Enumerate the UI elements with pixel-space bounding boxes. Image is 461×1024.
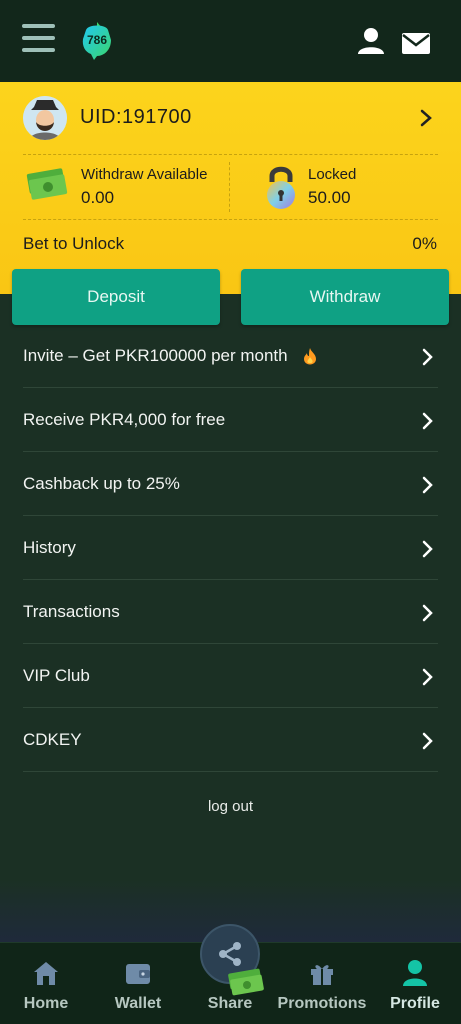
gift-icon <box>311 965 333 985</box>
locked-value: 50.00 <box>308 188 351 207</box>
avatar[interactable] <box>23 96 67 140</box>
mail-icon[interactable] <box>402 33 430 54</box>
user-id: UID:191700 <box>80 106 192 128</box>
hamburger-menu-icon[interactable] <box>22 24 55 54</box>
withdraw-button[interactable]: Withdraw <box>241 269 449 325</box>
menu-item-label: VIP Club <box>23 665 90 685</box>
locked-label: Locked <box>308 166 357 183</box>
divider <box>23 154 438 155</box>
nav-label: Share <box>207 995 253 1012</box>
money-icon <box>228 968 264 996</box>
home-icon <box>34 962 58 985</box>
nav-label: Promotions <box>277 995 367 1012</box>
account-card[interactable]: UID:191700 Withdraw Available 0.00 Locke… <box>0 82 461 294</box>
chevron-right-icon <box>422 412 433 430</box>
menu-item-label: Receive PKR4,000 for free <box>23 409 226 429</box>
vertical-divider <box>229 162 230 212</box>
menu-item-label: Invite – Get PKR100000 per month <box>23 345 288 365</box>
menu-item-transactions[interactable]: Transactions <box>23 580 438 644</box>
nav-label: Profile <box>390 995 440 1012</box>
chevron-right-icon[interactable] <box>419 108 433 128</box>
profile-icon <box>403 960 427 986</box>
bet-to-unlock-label: Bet to Unlock <box>23 234 125 253</box>
bet-to-unlock-value: 0% <box>412 234 437 253</box>
menu-item-cashback[interactable]: Cashback up to 25% <box>23 452 438 516</box>
chevron-right-icon <box>422 348 433 366</box>
lock-icon <box>267 166 295 209</box>
nav-promotions[interactable]: Promotions <box>276 943 368 1024</box>
divider <box>23 219 438 220</box>
svg-text:786: 786 <box>87 33 107 47</box>
wallet-icon <box>126 964 150 984</box>
money-icon <box>26 168 68 200</box>
menu-item-label: Cashback up to 25% <box>23 473 180 493</box>
nav-profile[interactable]: Profile <box>369 943 461 1024</box>
chevron-right-icon <box>422 540 433 558</box>
withdraw-available-label: Withdraw Available <box>81 166 208 183</box>
chevron-right-icon <box>422 604 433 622</box>
logout-link[interactable]: log out <box>0 798 461 815</box>
nav-home[interactable]: Home <box>0 943 92 1024</box>
nav-label: Home <box>23 995 69 1012</box>
menu-item-label: Transactions <box>23 601 120 621</box>
menu-item-free-bonus[interactable]: Receive PKR4,000 for free <box>23 388 438 452</box>
menu-item-label: CDKEY <box>23 729 82 749</box>
fire-icon <box>303 347 316 364</box>
top-bar: 786 <box>0 0 461 82</box>
deposit-button[interactable]: Deposit <box>12 269 220 325</box>
menu-item-cdkey[interactable]: CDKEY <box>23 708 438 772</box>
chevron-right-icon <box>422 732 433 750</box>
menu-item-label: History <box>23 537 76 557</box>
logo-icon: 786 <box>82 22 111 60</box>
chevron-right-icon <box>422 668 433 686</box>
menu-item-invite[interactable]: Invite – Get PKR100000 per month <box>23 324 438 388</box>
menu-list: Invite – Get PKR100000 per month Receive… <box>23 324 438 772</box>
user-icon[interactable] <box>357 27 385 55</box>
share-icon <box>219 942 241 966</box>
chevron-right-icon <box>422 476 433 494</box>
menu-item-vip-club[interactable]: VIP Club <box>23 644 438 708</box>
nav-label: Wallet <box>114 995 162 1012</box>
withdraw-available-value: 0.00 <box>81 188 115 207</box>
menu-item-history[interactable]: History <box>23 516 438 580</box>
nav-wallet[interactable]: Wallet <box>92 943 184 1024</box>
